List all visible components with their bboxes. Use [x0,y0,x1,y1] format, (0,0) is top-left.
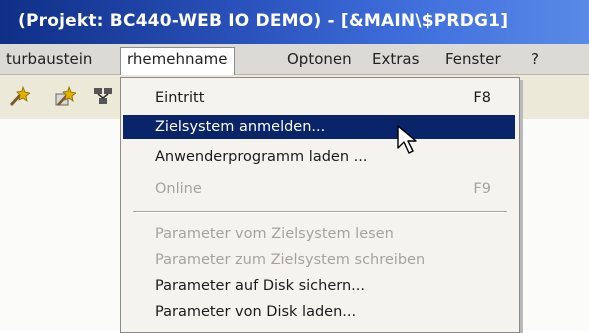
menu-item-parameter-laden[interactable]: Parameter von Disk laden... [123,300,515,324]
menu-extras[interactable]: Extras [366,48,425,70]
menu-help[interactable]: ? [525,48,545,70]
wizard-icon[interactable] [54,85,76,107]
menu-item-parameter-sichern[interactable]: Parameter auf Disk sichern... [123,274,515,298]
menu-item-shortcut: F9 [473,181,491,197]
menu-item-label: Online [155,181,202,197]
title-bar[interactable]: (Projekt: BC440-WEB IO DEMO) - [&MAIN\$P… [0,0,589,44]
menu-item-label: Parameter von Disk laden... [155,304,357,320]
menu-item-label: Zielsystem anmelden... [155,119,326,135]
menu-item-label: Eintritt [155,90,205,106]
menu-separator [133,211,507,213]
menu-item-parameter-schreiben[interactable]: Parameter zum Zielsystem schreiben [123,248,515,272]
menu-item-zielsystem-anmelden[interactable]: Zielsystem anmelden... [123,115,515,139]
menu-item-shortcut: F8 [473,90,491,106]
menu-optionen[interactable]: Optonen [281,48,358,70]
wizard-icon[interactable] [8,85,30,107]
network-icon[interactable] [92,85,114,107]
menu-item-label: Parameter vom Zielsystem lesen [155,226,394,242]
menu-item-anwenderprogramm-laden[interactable]: Anwenderprogramm laden ... [123,145,515,169]
menu-item-label: Parameter auf Disk sichern... [155,278,365,294]
menu-item-label: Anwenderprogramm laden ... [155,149,368,165]
menu-fenster[interactable]: Fenster [439,48,507,70]
menu-item-parameter-lesen[interactable]: Parameter vom Zielsystem lesen [123,222,515,246]
inbetriebnahme-dropdown-menu: Eintritt F8 Zielsystem anmelden... Anwen… [120,77,520,333]
menu-bar: turbaustein rhemehname Optonen Extras Fe… [0,44,589,75]
menu-item-eintritt[interactable]: Eintritt F8 [123,86,515,110]
mouse-cursor-icon [397,125,417,154]
menu-item-online[interactable]: Online F9 [123,177,515,201]
menu-item-label: Parameter zum Zielsystem schreiben [155,252,426,268]
menu-funktionsbaustein[interactable]: turbaustein [0,48,98,70]
menu-inbetriebnahme[interactable]: rhemehname [120,47,235,75]
window-title: (Projekt: BC440-WEB IO DEMO) - [&MAIN\$P… [18,11,509,31]
